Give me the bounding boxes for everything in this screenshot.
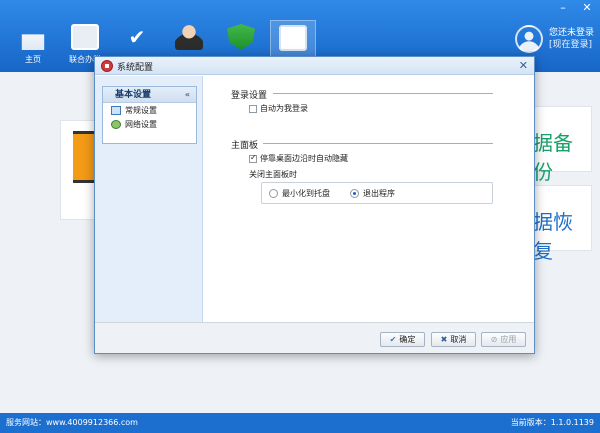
dialog-title: 系统配置	[117, 63, 154, 73]
nav-home[interactable]: 主页	[10, 20, 56, 70]
support-agent-icon	[175, 24, 203, 50]
apply-icon: ⊘	[490, 335, 498, 344]
check-icon: ✔	[389, 335, 397, 344]
close-panel-label: 关闭主面板时	[249, 170, 297, 179]
login-status: 您还未登录	[548, 28, 594, 38]
shield-icon	[227, 24, 255, 50]
minimize-button[interactable]: –	[556, 2, 570, 14]
radio-minimize-tray[interactable]: 最小化到托盘	[269, 188, 330, 199]
ok-button[interactable]: ✔ 确定	[380, 332, 425, 347]
settings-group: 基本设置 « 常规设置 网络设置	[102, 86, 197, 144]
sidebar-item-general[interactable]: 常规设置	[103, 103, 196, 117]
status-bar: 服务网站：www.4009912366.com 当前版本：1.1.0.1139	[0, 413, 600, 433]
dialog-footer: ✔ 确定 ✖ 取消 ⊘ 应用	[95, 322, 534, 353]
network-icon	[111, 119, 121, 129]
divider	[263, 143, 493, 144]
radio-button[interactable]	[269, 189, 278, 198]
radio-button[interactable]	[350, 189, 359, 198]
auto-login-checkbox[interactable]	[249, 104, 257, 113]
feature-card-restore[interactable]: 据恢复	[532, 185, 592, 263]
settings-sidebar: 基本设置 « 常规设置 网络设置	[95, 76, 203, 322]
auto-hide-checkbox[interactable]	[249, 153, 257, 163]
service-site[interactable]: 服务网站：www.4009912366.com	[6, 413, 138, 433]
window-controls: – ✕	[556, 2, 594, 14]
app-logo-icon	[101, 60, 113, 72]
login-link[interactable]: [现在登录]	[549, 39, 594, 51]
check-icon: ✔	[128, 25, 146, 49]
apply-button[interactable]: ⊘ 应用	[481, 332, 526, 347]
avatar[interactable]	[514, 25, 543, 53]
settings-content: 登录设置 自动为我登录 主面板 停靠桌面边沿时自动隐藏 关闭主面板时 最小化到托…	[203, 76, 534, 322]
collapse-icon[interactable]: «	[185, 87, 190, 103]
auto-login-option[interactable]: 自动为我登录	[249, 103, 308, 114]
section-title-login: 登录设置	[231, 91, 268, 101]
divider	[273, 93, 493, 94]
user-area: 您还未登录 [现在登录]	[514, 25, 594, 53]
close-icon: ✖	[440, 335, 448, 344]
version-text: 当前版本：1.1.0.1139	[510, 418, 594, 427]
dialog-titlebar[interactable]: 系统配置 ✕	[95, 57, 534, 75]
sidebar-item-network[interactable]: 网络设置	[103, 117, 196, 131]
feature-card-backup[interactable]: 据备份	[532, 106, 592, 184]
monitor-small-icon	[111, 105, 121, 115]
system-config-dialog: 系统配置 ✕ 基本设置 « 常规设置 网络设置 登录设置 自动为我登录 主面板	[94, 56, 535, 354]
section-title-panel: 主面板	[231, 141, 259, 151]
radio-exit-program[interactable]: 退出程序	[350, 188, 395, 199]
dialog-close-button[interactable]: ✕	[519, 59, 528, 72]
group-header[interactable]: 基本设置 «	[103, 87, 196, 103]
cancel-button[interactable]: ✖ 取消	[431, 332, 476, 347]
home-icon	[21, 34, 45, 50]
monitor-icon	[71, 24, 99, 50]
auto-hide-option[interactable]: 停靠桌面边沿时自动隐藏	[249, 153, 348, 164]
id-card-icon	[279, 25, 307, 51]
close-action-group: 最小化到托盘 退出程序	[261, 182, 493, 204]
close-window-button[interactable]: ✕	[580, 2, 594, 14]
